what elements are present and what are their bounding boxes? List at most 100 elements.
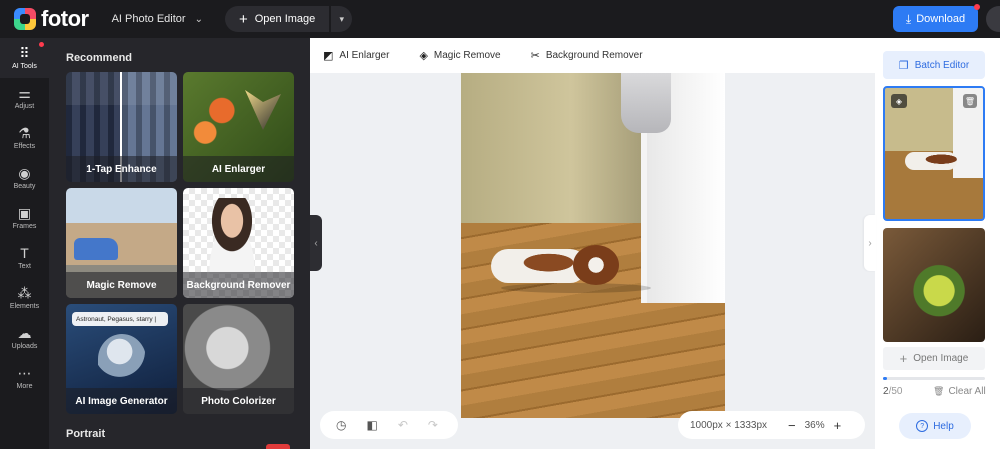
- card-background-remover[interactable]: Background Remover: [183, 188, 294, 298]
- rail-label: Frames: [12, 223, 37, 230]
- notification-dot: [39, 42, 44, 47]
- card-photo-colorizer[interactable]: Photo Colorizer: [183, 304, 294, 414]
- upload-icon: ☁: [17, 325, 32, 341]
- rail-label: Elements: [9, 303, 40, 310]
- collapse-panel-handle[interactable]: ‹: [310, 215, 322, 271]
- rail-label: More: [16, 383, 33, 390]
- rail-label: Effects: [13, 143, 36, 150]
- left-rail: ⠿ AI Tools ⚌ Adjust ⚗ Effects ◉ Beauty ▣…: [0, 38, 49, 449]
- open-image-button-secondary[interactable]: + Open Image: [883, 347, 985, 370]
- rail-label: Beauty: [13, 183, 36, 190]
- card-ai-image-generator[interactable]: Astronaut, Pegasus, starry | AI Image Ge…: [66, 304, 177, 414]
- tool-switch-label: AI Photo Editor: [111, 13, 186, 25]
- rail-item-effects[interactable]: ⚗ Effects: [0, 118, 49, 158]
- dog-head: [573, 245, 619, 285]
- eraser-icon: ◈: [419, 50, 428, 62]
- subtool-background-remover[interactable]: ✂ Background Remover: [531, 49, 643, 62]
- open-image-button[interactable]: + Open Image: [224, 6, 330, 32]
- photo-curtain: [621, 73, 671, 133]
- zoom-in-button[interactable]: +: [834, 418, 842, 433]
- subtool-label: AI Enlarger: [339, 50, 390, 61]
- rail-item-ai-tools[interactable]: ⠿ AI Tools: [0, 38, 49, 78]
- download-icon: ⤓: [905, 11, 912, 26]
- history-controls: ◷ ◧ ↶ ↷: [320, 411, 458, 439]
- more-icon: ⋯: [17, 365, 32, 381]
- photo-dog: [491, 233, 631, 293]
- image-thumbnail[interactable]: [883, 228, 985, 342]
- card-magic-remove[interactable]: Magic Remove: [66, 188, 177, 298]
- rail-item-beauty[interactable]: ◉ Beauty: [0, 158, 49, 198]
- rail-item-adjust[interactable]: ⚌ Adjust: [0, 78, 49, 118]
- rail-item-elements[interactable]: ⁂ Elements: [0, 278, 49, 318]
- edited-photo[interactable]: [461, 73, 725, 418]
- fotor-editor: fotor AI Photo Editor ⌄ + Open Image ▾ ⤓…: [0, 0, 1000, 449]
- fotor-logo-icon: [14, 8, 36, 30]
- subtool-magic-remove[interactable]: ◈ Magic Remove: [419, 49, 500, 62]
- redo-icon[interactable]: ↷: [428, 418, 438, 432]
- batch-editor-button[interactable]: ❐ Batch Editor: [883, 51, 985, 79]
- image-count-progress: [883, 377, 985, 380]
- notification-dot: [974, 4, 980, 10]
- tool-switch-dropdown[interactable]: AI Photo Editor ⌄: [112, 13, 203, 25]
- subtool-label: Background Remover: [545, 50, 643, 61]
- card-label: 1-Tap Enhance: [66, 156, 177, 182]
- collapse-right-panel-handle[interactable]: ›: [864, 215, 876, 271]
- zoom-controls: 1000px × 1333px − 36% +: [678, 411, 865, 439]
- chevron-left-icon: ‹: [314, 237, 318, 249]
- help-button[interactable]: ? Help: [899, 413, 971, 439]
- download-button[interactable]: ⤓ Download: [893, 4, 980, 32]
- enlarge-icon: ◩: [323, 50, 334, 62]
- eye-icon: ◉: [18, 165, 31, 181]
- layers-icon[interactable]: ◈: [891, 94, 907, 108]
- logo-text: fotor: [41, 6, 89, 31]
- subtool-ai-enlarger[interactable]: ◩ AI Enlarger: [323, 49, 389, 62]
- sliders-icon: ⚌: [18, 85, 31, 101]
- trash-icon[interactable]: 🗑: [963, 94, 977, 108]
- rail-item-text[interactable]: T Text: [0, 238, 49, 278]
- card-thumbnail: [74, 238, 118, 260]
- image-thumbnail-selected[interactable]: ◈ 🗑: [883, 86, 985, 221]
- card-thumbnail: [98, 334, 146, 384]
- progress-fill: [883, 377, 888, 380]
- rail-label: Text: [18, 263, 31, 270]
- text-icon: T: [20, 245, 29, 261]
- undo-icon[interactable]: ↶: [398, 418, 408, 432]
- compare-icon[interactable]: ◧: [366, 418, 377, 432]
- sub-toolbar: ◩ AI Enlarger ◈ Magic Remove ✂ Backgroun…: [310, 38, 875, 73]
- chevron-down-icon: ⌄: [194, 13, 203, 25]
- card-ai-enlarger[interactable]: AI Enlarger: [183, 72, 294, 182]
- rail-item-uploads[interactable]: ☁ Uploads: [0, 318, 49, 358]
- chevron-right-icon: ›: [868, 237, 872, 249]
- history-icon[interactable]: ◷: [336, 418, 346, 432]
- ai-tools-panel: Recommend 1-Tap Enhance AI Enlarger Magi…: [49, 38, 310, 449]
- section-title-recommend: Recommend: [66, 52, 133, 64]
- clear-all-button[interactable]: 🗑 Clear All: [933, 386, 986, 397]
- question-icon: ?: [916, 420, 929, 432]
- card-label: AI Enlarger: [183, 156, 294, 182]
- shapes-icon: ⁂: [17, 285, 32, 301]
- section-title-portrait: Portrait: [66, 428, 106, 440]
- subtool-label: Magic Remove: [433, 50, 501, 61]
- card-1-tap-enhance[interactable]: 1-Tap Enhance: [66, 72, 177, 182]
- plus-icon: +: [899, 351, 908, 366]
- avatar[interactable]: [986, 6, 1000, 32]
- rail-item-frames[interactable]: ▣ Frames: [0, 198, 49, 238]
- batch-editor-label: Batch Editor: [914, 59, 970, 71]
- card-thumbnail: [245, 90, 281, 130]
- logo[interactable]: fotor: [14, 6, 89, 32]
- zoom-level[interactable]: 36%: [805, 420, 825, 431]
- rail-label: AI Tools: [12, 63, 37, 70]
- portrait-card-peek: [266, 444, 290, 449]
- batch-icon: ❐: [898, 59, 909, 72]
- image-dimensions: 1000px × 1333px: [690, 419, 768, 431]
- open-image-dropdown-button[interactable]: ▾: [330, 6, 353, 32]
- image-count: 2/50: [883, 386, 902, 397]
- rail-label: Adjust: [14, 103, 35, 110]
- prompt-preview: Astronaut, Pegasus, starry |: [72, 312, 168, 326]
- frame-icon: ▣: [17, 205, 32, 221]
- chevron-down-icon: ▾: [339, 13, 345, 24]
- open-image-label: Open Image: [254, 13, 316, 25]
- zoom-out-button[interactable]: −: [788, 418, 796, 433]
- rail-item-more[interactable]: ⋯ More: [0, 358, 49, 398]
- clear-all-label: Clear All: [948, 386, 986, 397]
